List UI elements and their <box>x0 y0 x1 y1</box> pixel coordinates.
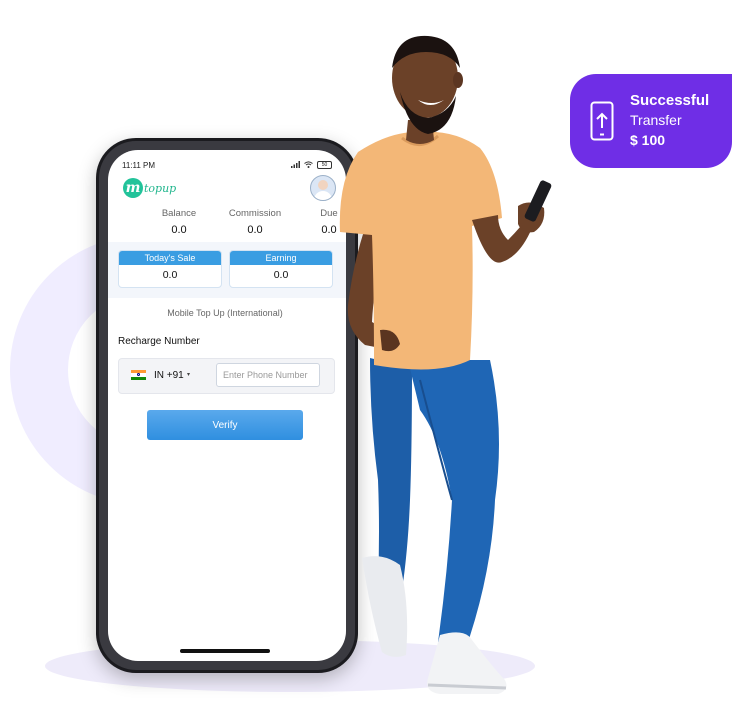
stat-label: Commission <box>228 208 282 219</box>
country-code-selector[interactable]: IN +91 <box>154 370 184 381</box>
home-indicator <box>180 649 270 653</box>
card-value: 0.0 <box>162 269 178 281</box>
card-header: Today's Sale <box>119 251 221 265</box>
stat-value: 0.0 <box>171 224 187 236</box>
stat-commission: Commission 0.0 <box>220 208 290 236</box>
india-flag-icon <box>131 370 146 380</box>
logo-mark: m <box>123 178 143 198</box>
phone-upload-icon <box>590 101 614 141</box>
phone-mockup: 11:11 PM 50 m topup Balance 0.0 Commissi… <box>96 138 358 673</box>
recharge-number-label: Recharge Number <box>118 336 200 347</box>
stat-label: Balance <box>161 208 197 219</box>
status-time: 11:11 PM <box>122 160 156 170</box>
stat-balance: Balance 0.0 <box>144 208 214 236</box>
logo-text: topup <box>144 181 177 195</box>
stat-value: 0.0 <box>247 224 263 236</box>
wifi-icon <box>304 160 313 170</box>
status-bar: 11:11 PM 50 <box>122 158 332 172</box>
phone-number-input[interactable] <box>216 363 320 387</box>
earning-card[interactable]: Earning 0.0 <box>229 250 333 288</box>
toast-subtitle: Transfer <box>630 112 682 128</box>
todays-sale-card[interactable]: Today's Sale 0.0 <box>118 250 222 288</box>
chevron-down-icon[interactable]: ▾ <box>187 371 190 378</box>
verify-button[interactable]: Verify <box>147 410 303 440</box>
card-header: Earning <box>230 251 332 265</box>
toast-amount: $ 100 <box>630 132 666 148</box>
stats-row: Balance 0.0 Commission 0.0 Due 0.0 <box>108 208 346 238</box>
card-value: 0.0 <box>273 269 289 281</box>
section-title: Mobile Top Up (International) <box>167 308 283 318</box>
recharge-number-row: IN +91 ▾ <box>118 358 335 394</box>
app-logo: m topup <box>123 178 176 198</box>
person-illustration <box>339 35 552 694</box>
signal-icon <box>291 160 300 170</box>
transfer-toast: Successful Transfer $ 100 <box>570 74 732 168</box>
toast-title: Successful <box>630 92 710 109</box>
app-screen: 11:11 PM 50 m topup Balance 0.0 Commissi… <box>108 150 346 661</box>
